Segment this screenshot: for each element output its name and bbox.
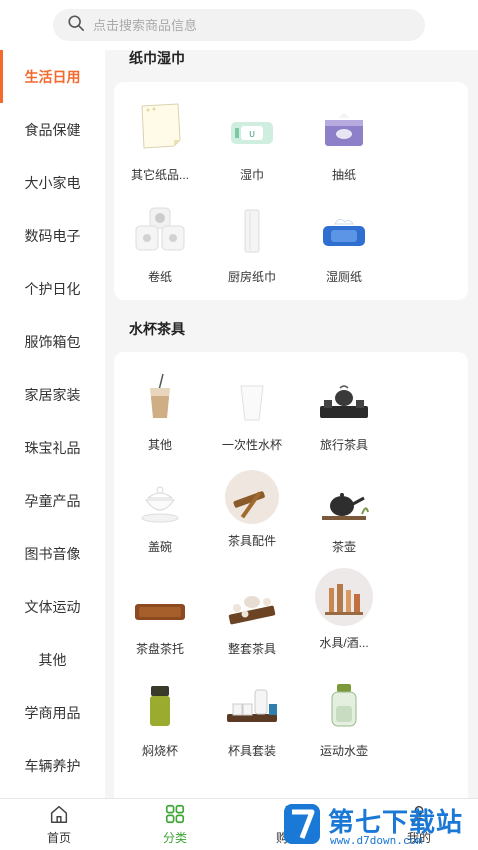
subcategory-label: 盖碗	[147, 540, 172, 554]
subcategory-label: 厨房纸巾	[227, 270, 276, 284]
sidebar-item-jewelry[interactable]: 珠宝礼品	[0, 421, 105, 474]
subcategory-item[interactable]: 整套茶具	[206, 574, 298, 657]
kitchen-roll-icon	[222, 202, 282, 254]
subcategory-item[interactable]: 茶盘茶托	[114, 574, 206, 657]
subcategory-label: 湿厕纸	[325, 270, 362, 284]
subcategory-label: 茶盘茶托	[135, 642, 184, 656]
subcategory-label: 湿巾	[239, 168, 264, 182]
subcategory-item[interactable]: 旅行茶具	[298, 370, 390, 453]
subcategory-item[interactable]: U 湿巾	[206, 100, 298, 183]
subcategory-item[interactable]: 湿厕纸	[298, 202, 390, 285]
paper-cup-icon	[222, 370, 282, 422]
sidebar-item-personal-care[interactable]: 个护日化	[0, 262, 105, 315]
subcategory-label: 运动水壶	[319, 744, 368, 758]
sidebar-item-sports[interactable]: 文体运动	[0, 580, 105, 633]
subcategory-label: 焖烧杯	[141, 744, 178, 758]
subcategory-item[interactable]: 杯具套装	[206, 676, 298, 759]
subcategory-label: 水具/酒...	[319, 636, 369, 650]
travel-tea-set-icon	[314, 370, 374, 422]
subcategory-item[interactable]: 厨房纸巾	[206, 202, 298, 285]
subcategory-item[interactable]: 卷纸	[114, 202, 206, 285]
category-sidebar: 生活日用 食品保健 大小家电 数码电子 个护日化 服饰箱包 家居家装 珠宝礼品 …	[0, 50, 105, 798]
site-watermark: 第七下载站 www.d7down.com	[278, 800, 478, 850]
subcategory-card: 其它纸品... U 湿巾 抽纸 卷纸 厨房纸巾 湿厕纸	[114, 82, 468, 300]
subcategory-label: 一次性水杯	[221, 438, 282, 452]
watermark-logo-icon	[284, 804, 320, 844]
section-title: 纸巾湿巾	[129, 50, 185, 66]
subcategory-label: 茶具配件	[227, 534, 276, 548]
thermal-cup-icon	[130, 676, 190, 728]
tea-tray-icon	[130, 574, 190, 626]
search-bar	[0, 0, 478, 50]
sidebar-item-home[interactable]: 家居家装	[0, 368, 105, 421]
subcategory-label: 旅行茶具	[319, 438, 368, 452]
subcategory-card: 其他 一次性水杯 旅行茶具 盖碗 茶具配件 茶壶 茶盘茶托 整套茶具 水具/酒.…	[114, 352, 468, 798]
subcategory-label: 抽纸	[331, 168, 356, 182]
cup-set-icon	[222, 676, 282, 728]
sidebar-item-digital[interactable]: 数码电子	[0, 209, 105, 262]
wet-toilet-paper-icon	[314, 202, 374, 254]
subcategory-label: 杯具套装	[227, 744, 276, 758]
sidebar-item-books[interactable]: 图书音像	[0, 527, 105, 580]
tab-label: 首页	[46, 831, 71, 845]
sports-bottle-icon	[314, 676, 374, 728]
search-box[interactable]	[53, 9, 425, 41]
subcategory-item[interactable]: 其他	[114, 370, 206, 453]
category-content: 纸巾湿巾 其它纸品... U 湿巾 抽纸 卷纸 厨房纸巾 湿厕纸 水杯茶具 其他…	[105, 50, 478, 798]
subcategory-item[interactable]: 茶壶	[298, 472, 390, 555]
gaiwan-icon	[130, 472, 190, 524]
subcategory-item[interactable]: 其它纸品...	[114, 100, 206, 183]
subcategory-item[interactable]: 茶具配件	[206, 466, 298, 549]
search-icon	[67, 14, 85, 37]
sidebar-item-office[interactable]: 学商用品	[0, 686, 105, 739]
watermark-url: www.d7down.com	[330, 834, 423, 847]
sidebar-item-appliances[interactable]: 大小家电	[0, 156, 105, 209]
sidebar-item-apparel[interactable]: 服饰箱包	[0, 315, 105, 368]
subcategory-item[interactable]: 一次性水杯	[206, 370, 298, 453]
toilet-roll-icon	[130, 202, 190, 254]
sidebar-item-baby[interactable]: 孕童产品	[0, 474, 105, 527]
tissue-box-icon	[314, 100, 374, 152]
subcategory-label: 整套茶具	[227, 642, 276, 656]
teapot-icon	[314, 472, 374, 524]
subcategory-label: 卷纸	[147, 270, 172, 284]
sidebar-item-other[interactable]: 其他	[0, 633, 105, 686]
subcategory-label: 茶壶	[331, 540, 356, 554]
section-title: 水杯茶具	[129, 321, 185, 337]
subcategory-item[interactable]: 运动水壶	[298, 676, 390, 759]
napkin-icon	[130, 100, 190, 152]
search-input[interactable]	[93, 17, 393, 33]
tea-set-icon	[222, 574, 282, 626]
home-icon	[29, 803, 89, 825]
sidebar-item-daily-use[interactable]: 生活日用	[0, 50, 105, 103]
drinkware-icon	[314, 566, 374, 626]
category-icon	[145, 803, 205, 825]
tab-home[interactable]: 首页	[29, 803, 89, 846]
subcategory-label: 其它纸品...	[130, 168, 189, 182]
subcategory-item[interactable]: 抽纸	[298, 100, 390, 183]
subcategory-item[interactable]: 焖烧杯	[114, 676, 206, 759]
subcategory-label: 其他	[147, 438, 172, 452]
sidebar-item-food[interactable]: 食品保健	[0, 103, 105, 156]
tab-category[interactable]: 分类	[145, 803, 205, 846]
subcategory-item[interactable]: 盖碗	[114, 472, 206, 555]
sidebar-item-car-care[interactable]: 车辆养护	[0, 739, 105, 792]
subcategory-item[interactable]: 水具/酒...	[298, 566, 390, 651]
milk-tea-cup-icon	[130, 370, 190, 422]
svg-text:U: U	[249, 130, 255, 139]
tea-tools-icon	[222, 466, 282, 524]
tab-label: 分类	[162, 831, 187, 845]
wet-wipes-icon: U	[222, 100, 282, 152]
